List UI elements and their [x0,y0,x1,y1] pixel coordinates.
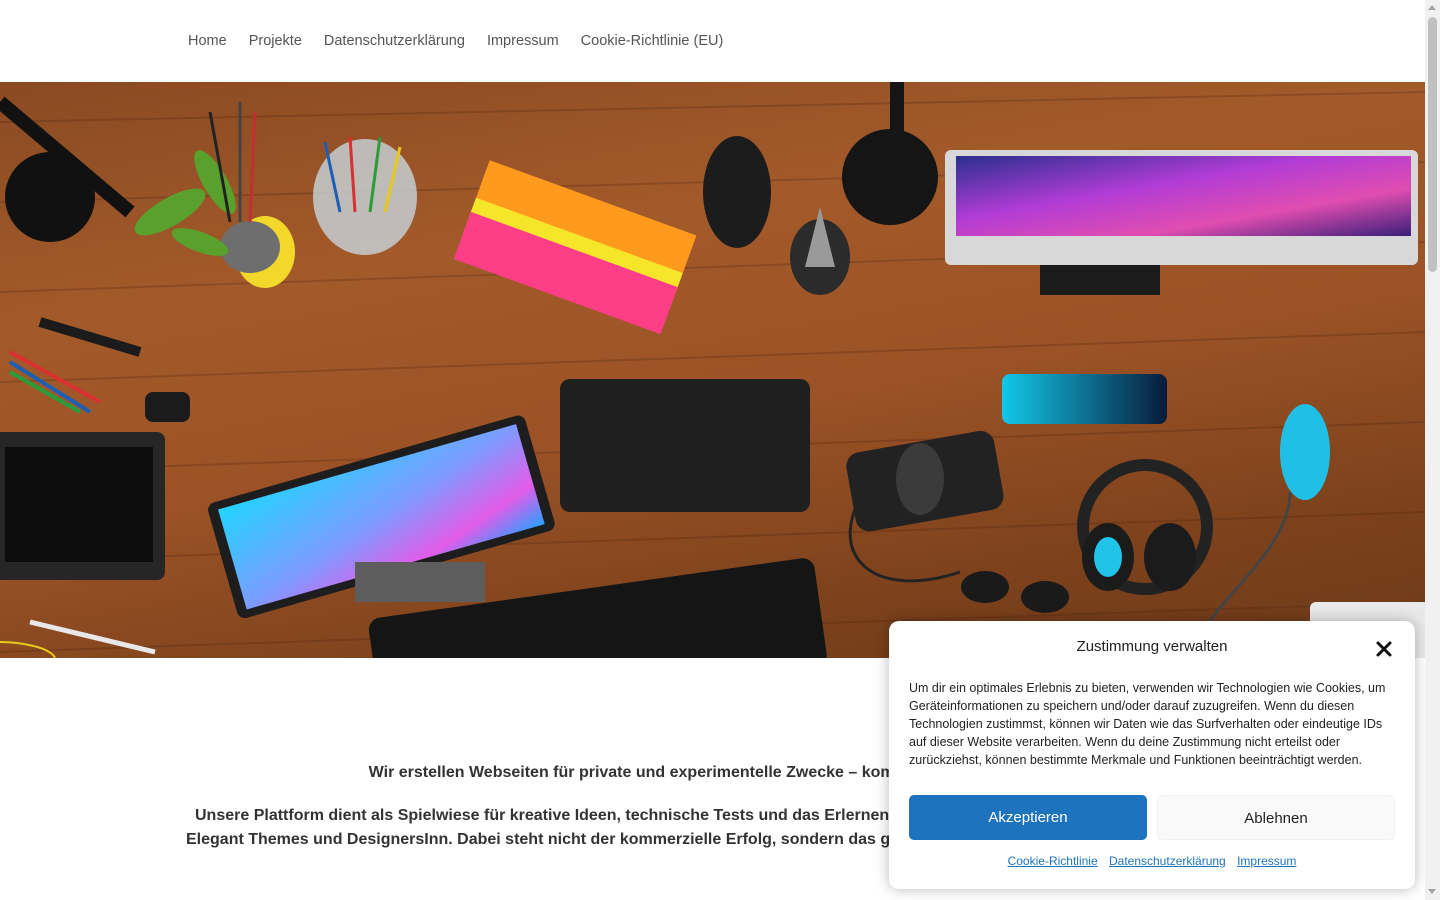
accept-button[interactable]: Akzeptieren [909,795,1147,840]
cookie-dialog-links: Cookie-Richtlinie Datenschutzerklärung I… [889,854,1415,868]
link-cookie-richtlinie[interactable]: Cookie-Richtlinie [1008,854,1098,868]
page: Home Projekte Datenschutzerklärung Impre… [0,0,1425,900]
cookie-dialog-title: Zustimmung verwalten [1076,638,1228,655]
scroll-thumb[interactable] [1428,17,1437,272]
site-header: Home Projekte Datenschutzerklärung Impre… [0,0,1425,82]
main-nav: Home Projekte Datenschutzerklärung Impre… [188,31,745,51]
scroll-down-arrow-icon[interactable] [1428,889,1436,894]
scroll-up-arrow-icon[interactable] [1428,5,1436,10]
imac-monitor [945,150,1418,295]
nav-item-home[interactable]: Home [188,31,227,51]
nav-item-projekte[interactable]: Projekte [249,31,302,51]
deny-button[interactable]: Ablehnen [1157,795,1395,840]
nav-item-datenschutz[interactable]: Datenschutzerklärung [324,31,465,51]
hero-image [0,82,1425,658]
link-impressum[interactable]: Impressum [1237,854,1296,868]
nav-item-impressum[interactable]: Impressum [487,31,559,51]
cookie-consent-dialog: Zustimmung verwalten Um dir ein optimale… [889,621,1415,889]
nav-item-cookie-richtlinie[interactable]: Cookie-Richtlinie (EU) [581,31,724,51]
desk-illustration [0,82,1425,658]
vertical-scrollbar[interactable] [1425,0,1440,900]
close-icon[interactable] [1374,639,1394,659]
link-datenschutz[interactable]: Datenschutzerklärung [1109,854,1226,868]
cookie-dialog-text: Um dir ein optimales Erlebnis zu bieten,… [909,681,1386,767]
